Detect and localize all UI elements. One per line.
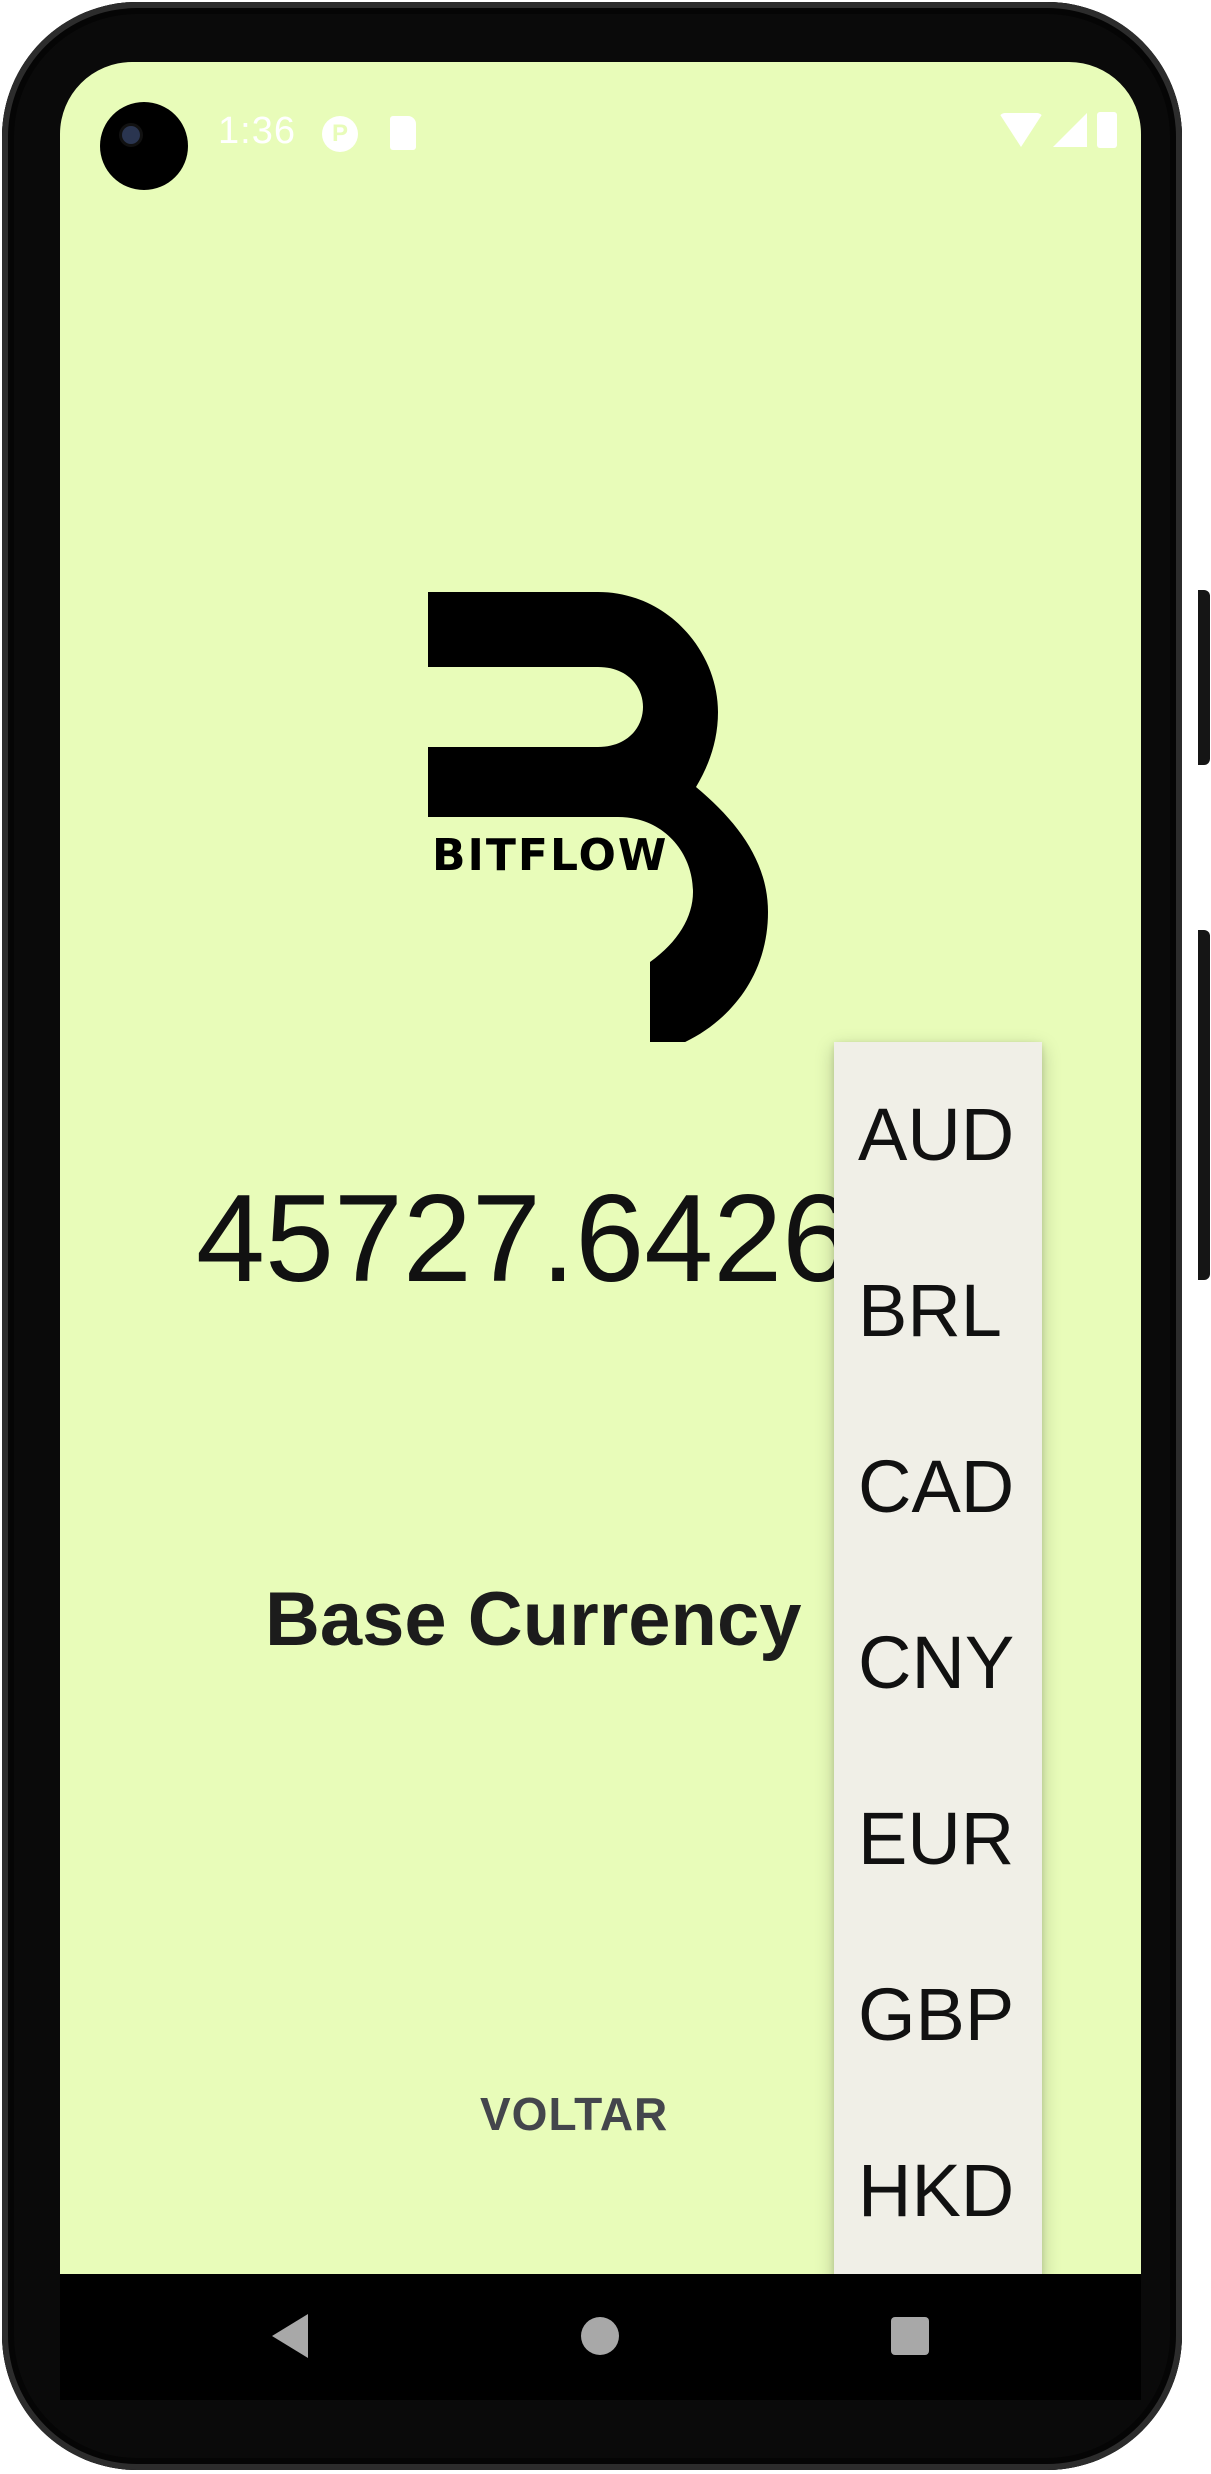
sd-card-icon bbox=[390, 116, 416, 150]
nav-recent-apps-button[interactable] bbox=[880, 2306, 940, 2366]
power-button bbox=[1198, 590, 1210, 765]
signal-icon bbox=[1053, 113, 1087, 147]
bitflow-logo-text: BITFLOW bbox=[432, 830, 669, 881]
currency-option-cny[interactable]: CNY bbox=[834, 1574, 1042, 1750]
app-screen: 1:36 P BITFLOW 45727.6426 Base Currency … bbox=[60, 62, 1141, 2274]
nav-back-button[interactable] bbox=[260, 2306, 320, 2366]
back-button[interactable]: VOLTAR bbox=[480, 2074, 730, 2154]
wifi-icon bbox=[999, 113, 1043, 147]
back-icon bbox=[272, 2314, 308, 2358]
volume-button bbox=[1198, 930, 1210, 1280]
system-navigation-bar bbox=[60, 2274, 1141, 2400]
currency-option-gbp[interactable]: GBP bbox=[834, 1926, 1042, 2102]
app-notification-icon: P bbox=[322, 116, 358, 152]
currency-option-aud[interactable]: AUD bbox=[834, 1046, 1042, 1222]
recent-apps-icon bbox=[891, 2317, 929, 2355]
nav-home-button[interactable] bbox=[570, 2306, 630, 2366]
status-time: 1:36 bbox=[218, 110, 296, 152]
status-indicators bbox=[999, 112, 1117, 148]
battery-icon bbox=[1097, 112, 1117, 148]
bitflow-logo-icon bbox=[428, 592, 828, 1054]
front-camera-cutout bbox=[100, 102, 188, 190]
currency-dropdown-menu[interactable]: AUD BRL CAD CNY EUR GBP HKD bbox=[834, 1042, 1042, 2274]
conversion-rate-value: 45727.6426 bbox=[196, 1170, 852, 1308]
currency-option-hkd[interactable]: HKD bbox=[834, 2102, 1042, 2274]
currency-option-cad[interactable]: CAD bbox=[834, 1398, 1042, 1574]
currency-option-brl[interactable]: BRL bbox=[834, 1222, 1042, 1398]
base-currency-label: Base Currency bbox=[265, 1577, 802, 1662]
home-icon bbox=[581, 2317, 619, 2355]
currency-option-eur[interactable]: EUR bbox=[834, 1750, 1042, 1926]
